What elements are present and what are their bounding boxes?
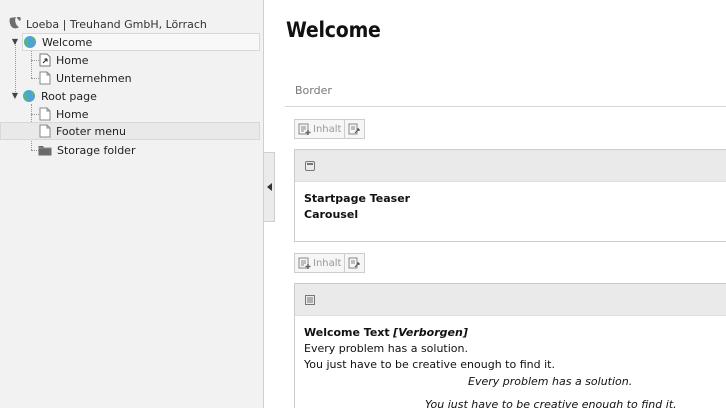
site-root[interactable]: Loeba | Treuhand GmbH, Lörrach xyxy=(8,15,207,33)
body-text-line: You just have to be creative enough to f… xyxy=(304,358,555,371)
collapse-toggle-icon[interactable]: ▼ xyxy=(11,91,19,100)
new-content-toolbar: Inhalt xyxy=(294,119,366,139)
column-label: Border xyxy=(295,84,332,97)
plugin-icon xyxy=(304,160,316,172)
tree-item-label: Home xyxy=(56,53,89,67)
new-content-toolbar: Inhalt xyxy=(294,253,366,273)
tree-item-unternehmen[interactable]: Unternehmen xyxy=(39,69,132,87)
tree-item-root-page[interactable]: Root page xyxy=(22,87,97,105)
chevron-left-icon xyxy=(266,183,272,191)
paste-content-button[interactable] xyxy=(345,253,366,273)
content-element-title: Welcome Text xyxy=(304,326,390,339)
hidden-badge: [Verborgen] xyxy=(393,326,468,339)
column-divider xyxy=(285,106,726,107)
page-module: Welcome Border Inhalt Startpage Teaser C… xyxy=(275,0,726,408)
text-element-icon xyxy=(304,294,316,306)
tree-collapse-handle[interactable] xyxy=(264,152,275,222)
tree-item-home[interactable]: Home xyxy=(39,51,88,69)
shortcut-page-icon xyxy=(39,53,51,67)
globe-page-icon xyxy=(23,35,37,49)
tree-item-label: Home xyxy=(56,107,89,121)
paste-icon xyxy=(348,257,361,269)
page-title: Welcome xyxy=(286,18,381,42)
site-root-label: Loeba | Treuhand GmbH, Lörrach xyxy=(26,17,207,31)
page-icon xyxy=(39,107,51,121)
content-element-header xyxy=(295,284,726,316)
globe-page-icon xyxy=(22,89,36,103)
content-element-header xyxy=(295,150,726,182)
tree-item-label: Footer menu xyxy=(56,124,126,138)
new-content-button[interactable]: Inhalt xyxy=(294,119,346,139)
add-content-icon xyxy=(298,123,311,135)
body-text-line: You just have to be creative enough to f… xyxy=(425,398,677,408)
tree-item-welcome[interactable]: Welcome xyxy=(22,33,260,51)
tree-item-home-2[interactable]: Home xyxy=(39,105,88,123)
page-icon xyxy=(39,71,51,85)
collapse-toggle-icon[interactable]: ▼ xyxy=(11,37,19,46)
content-element[interactable]: Welcome Text [Verborgen] Every problem h… xyxy=(294,283,726,408)
typo3-logo-icon xyxy=(8,16,22,33)
tree-item-label: Root page xyxy=(41,89,97,103)
page-tree: Loeba | Treuhand GmbH, Lörrach Welcome ▼… xyxy=(0,0,264,408)
page-icon xyxy=(39,124,51,138)
content-element-subtitle: Carousel xyxy=(304,208,359,221)
content-element-title: Startpage Teaser xyxy=(304,192,411,205)
tree-item-label: Welcome xyxy=(42,35,93,49)
new-content-button[interactable]: Inhalt xyxy=(294,253,346,273)
body-text-line: Every problem has a solution. xyxy=(468,375,633,388)
folder-icon xyxy=(38,144,52,156)
new-content-label: Inhalt xyxy=(313,257,342,269)
new-content-label: Inhalt xyxy=(313,123,342,135)
body-text-line: Every problem has a solution. xyxy=(304,342,469,355)
tree-item-storage-folder[interactable]: Storage folder xyxy=(38,141,135,159)
tree-item-footer-menu[interactable]: Footer menu xyxy=(0,122,260,140)
tree-item-label: Unternehmen xyxy=(56,71,132,85)
paste-icon xyxy=(348,123,361,135)
content-element[interactable]: Startpage Teaser Carousel xyxy=(294,149,726,242)
paste-content-button[interactable] xyxy=(345,119,366,139)
tree-item-label: Storage folder xyxy=(57,143,136,157)
add-content-icon xyxy=(298,257,311,269)
